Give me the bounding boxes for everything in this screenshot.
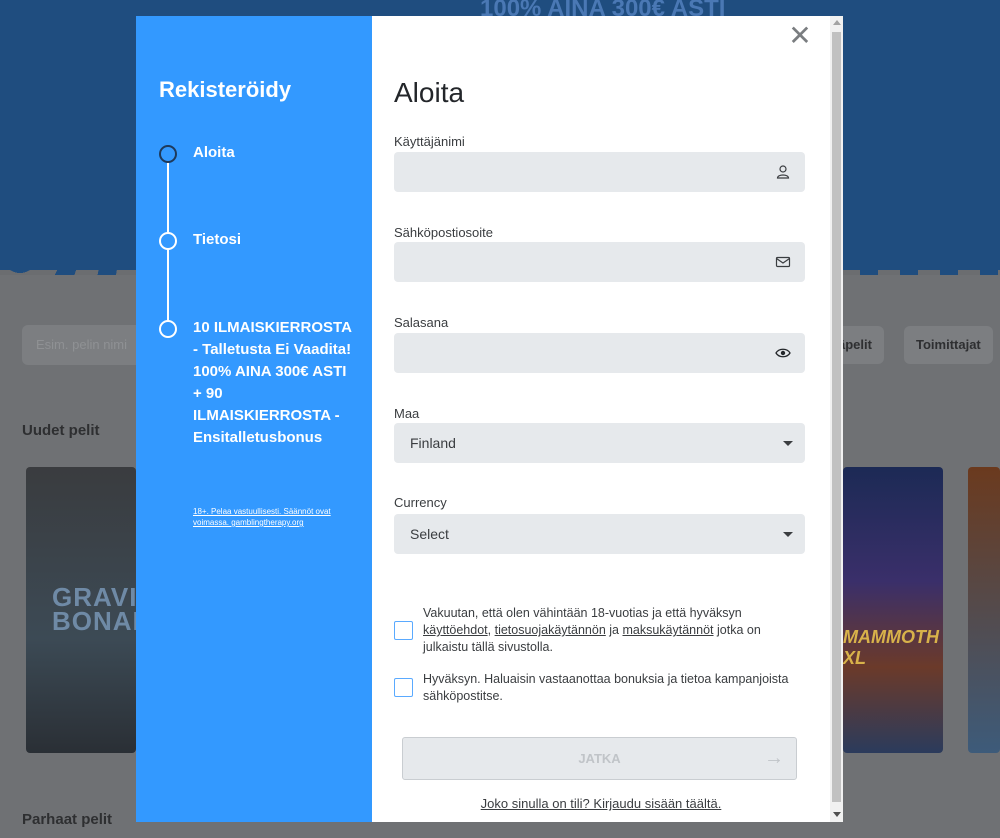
form-title: Aloita: [394, 77, 465, 108]
sidebar-title: Rekisteröidy: [159, 77, 292, 102]
eye-icon[interactable]: [775, 345, 791, 361]
step-indicator-start: [159, 145, 177, 163]
country-value: Finland: [410, 435, 456, 451]
email-label: Sähköpostiosoite: [394, 225, 494, 240]
password-field[interactable]: [394, 333, 805, 373]
consent-separator: ja: [605, 623, 623, 637]
terms-checkbox[interactable]: [394, 621, 413, 640]
currency-select[interactable]: Select: [394, 514, 805, 554]
section-title-top-games: Parhaat pelit: [22, 811, 113, 828]
username-input[interactable]: [394, 152, 786, 192]
arrow-right-icon: →: [764, 747, 784, 769]
step-label-start: Aloita: [193, 144, 235, 161]
scrollbar-thumb[interactable]: [832, 32, 841, 802]
filter-chip-providers[interactable]: Toimittajat: [904, 326, 993, 364]
responsible-gaming-disclaimer[interactable]: 18+. Pelaa vastuullisesti. Säännöt ovat …: [193, 506, 353, 528]
country-label: Maa: [394, 406, 420, 421]
password-input[interactable]: [394, 333, 786, 373]
login-link[interactable]: Joko sinulla on tili? Kirjaudu sisään tä…: [372, 796, 830, 811]
password-label: Salasana: [394, 315, 449, 330]
email-input[interactable]: [394, 242, 786, 282]
email-field[interactable]: [394, 242, 805, 282]
step-label-bonus: 10 ILMAISKIERROSTA - Talletusta Ei Vaadi…: [193, 319, 352, 446]
scroll-down-icon[interactable]: [833, 812, 841, 817]
step-label-details: Tietosi: [193, 231, 242, 248]
terms-link[interactable]: käyttöehdot: [423, 623, 488, 637]
modal-scrollbar[interactable]: [830, 16, 843, 822]
game-tile-partial[interactable]: [968, 467, 1000, 753]
chevron-down-icon: [783, 441, 793, 446]
marketing-checkbox[interactable]: [394, 678, 413, 697]
country-select[interactable]: Finland: [394, 423, 805, 463]
payment-policy-link[interactable]: maksukäytännöt: [622, 623, 713, 637]
chevron-down-icon: [783, 532, 793, 537]
game-tile-title: MAMMOTH XL: [843, 627, 939, 668]
game-search-input[interactable]: Esim. pelin nimi: [22, 325, 142, 365]
username-label: Käyttäjänimi: [394, 134, 465, 149]
continue-button-label: JATKA: [578, 751, 621, 766]
registration-modal: Rekisteröidy Aloita Tietosi 10 ILMAISKIE…: [136, 16, 843, 822]
currency-value: Select: [410, 526, 449, 542]
scroll-up-icon[interactable]: [833, 20, 841, 25]
close-icon[interactable]: ✕: [788, 22, 812, 50]
section-title-new-games: Uudet pelit: [22, 422, 100, 439]
registration-form: ✕ Aloita Käyttäjänimi Sähköpostiosoite S…: [372, 16, 830, 822]
registration-sidebar: Rekisteröidy Aloita Tietosi 10 ILMAISKIE…: [136, 16, 372, 822]
step-indicator-bonus: [159, 320, 177, 338]
currency-label: Currency: [394, 495, 447, 510]
envelope-icon: [775, 256, 791, 268]
game-tile-gravity-bonanza[interactable]: GRAVITY BONANZA: [26, 467, 136, 753]
user-icon: [776, 165, 790, 179]
consent-separator: ,: [487, 623, 495, 637]
username-field[interactable]: [394, 152, 805, 192]
marketing-consent-text: Hyväksyn. Haluaisin vastaanottaa bonuksi…: [423, 672, 789, 703]
game-tile-mammoth[interactable]: MAMMOTH XL: [843, 467, 943, 753]
consent-prefix: Vakuutan, että olen vähintään 18-vuotias…: [423, 606, 742, 620]
terms-consent-text: Vakuutan, että olen vähintään 18-vuotias…: [423, 605, 793, 656]
step-indicator-details: [159, 232, 177, 250]
privacy-link[interactable]: tietosuojakäytännön: [495, 623, 606, 637]
continue-button[interactable]: JATKA →: [402, 737, 797, 780]
game-tile-title: GRAVITY BONANZA: [52, 582, 136, 636]
